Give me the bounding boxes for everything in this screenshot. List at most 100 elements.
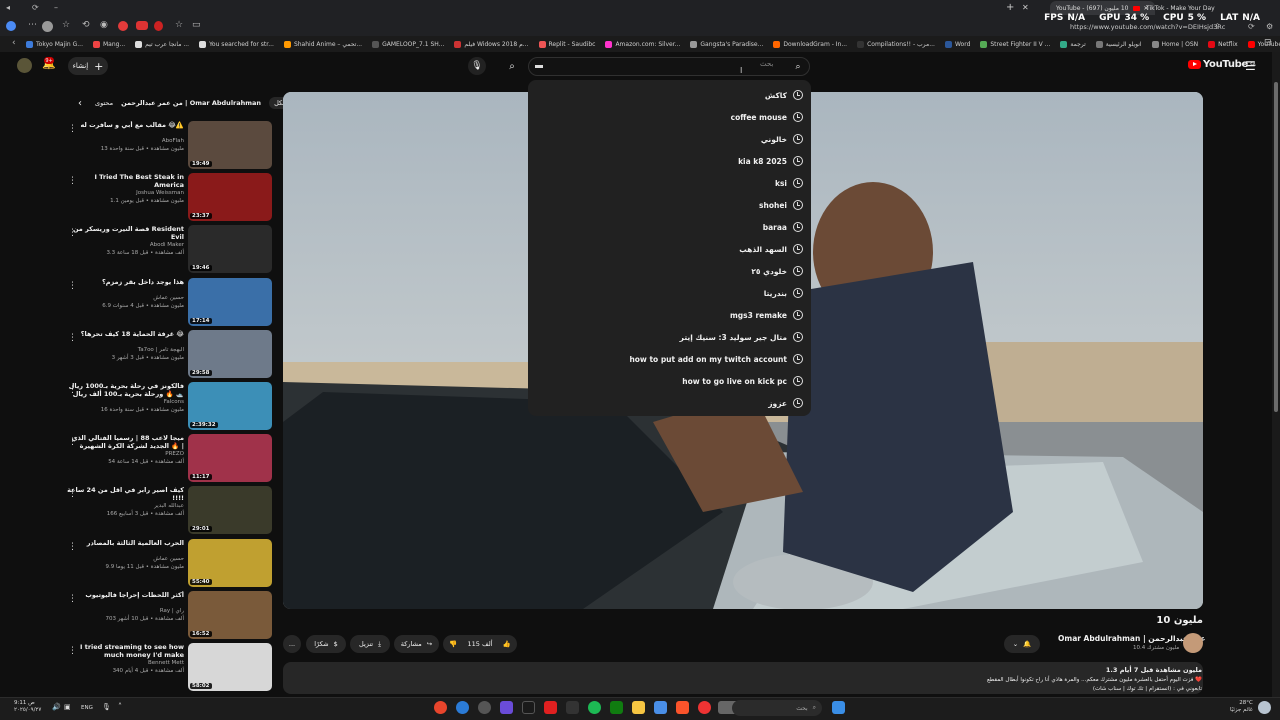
video-item-channel[interactable]: Abodi Maker	[150, 242, 184, 248]
suggestion-item[interactable]: بندريتا	[528, 282, 811, 304]
microphone-icon[interactable]: 🎙	[468, 57, 486, 75]
bookmark-item[interactable]: Netflix	[1208, 40, 1238, 48]
list-item[interactable]: ⋮ قصة النيرت وريسكر من Resident Evil Abodi…	[60, 225, 272, 275]
bookmark-item[interactable]: You searched for str...	[199, 40, 274, 48]
settings-icon[interactable]: ⚙	[1266, 22, 1273, 31]
video-item-title[interactable]: I Tried The Best Steak in America	[64, 173, 184, 189]
taskbar-weather[interactable]: 28°C غائم جزئيًا	[1230, 700, 1253, 714]
language-indicator[interactable]: ENG	[81, 705, 93, 711]
video-item-channel[interactable]: حسين عماش	[153, 556, 184, 562]
video-item-title[interactable]: أكثر اللحظات إحراجا فاليوتيوب	[64, 591, 184, 599]
chrome-icon[interactable]	[698, 701, 711, 714]
bookmark-star-icon[interactable]: ☆	[175, 20, 183, 30]
bookmark-item[interactable]: Compilations!! - مرب...	[857, 40, 935, 48]
video-item-channel[interactable]: Falcons	[164, 399, 184, 405]
bookmark-item[interactable]: ترجمة	[1060, 40, 1086, 48]
bookmark-item[interactable]: Amazon.com: Silver...	[605, 40, 680, 48]
reload-icon[interactable]: ⟳	[1248, 22, 1255, 31]
star-icon[interactable]: ☆	[62, 20, 70, 30]
list-item[interactable]: ⋮ I tried streaming to see how much money…	[60, 643, 272, 693]
acrobat-icon[interactable]	[544, 701, 557, 714]
video-item-channel[interactable]: حسين عماش	[153, 295, 184, 301]
list-item[interactable]: ⋮ أكثر اللحظات إحراجا فاليوتيوب Ray | راي 7…	[60, 590, 272, 641]
bookmark-item[interactable]: انويلو الرئيسية	[1095, 40, 1142, 48]
video-item-channel[interactable]: Bennett Mett	[148, 660, 184, 666]
bookmarks-more-icon[interactable]: ⊟	[1264, 38, 1272, 48]
store-icon[interactable]	[654, 701, 667, 714]
video-item-channel[interactable]: AboFlah	[162, 138, 184, 144]
suggestion-item[interactable]: السهد الذهب	[528, 238, 811, 260]
video-item-channel[interactable]: PREZO	[165, 451, 184, 457]
video-item-channel[interactable]: Ray | راي	[160, 608, 184, 614]
video-thumbnail[interactable]: 19:49	[188, 121, 272, 169]
download-button[interactable]: تنزيل ⤓	[350, 635, 390, 653]
bookmark-item[interactable]: Home | OSN	[1151, 40, 1198, 48]
spotify-icon[interactable]	[588, 701, 601, 714]
network-icon[interactable]: ▣	[64, 703, 71, 711]
bookmark-item[interactable]: Tokyo Majin G...	[26, 40, 83, 48]
refresh-icon[interactable]: ⟳	[32, 3, 39, 12]
extensions-icon[interactable]: ◉	[100, 20, 108, 30]
suggestion-item[interactable]: خالوني	[528, 128, 811, 150]
video-thumbnail[interactable]: 29:01	[188, 486, 272, 535]
bookmark-item[interactable]: Shahid Anime – تحمي...	[283, 40, 362, 48]
create-button[interactable]: إنشاء +	[68, 57, 108, 75]
likes-count[interactable]: 115 ألف	[468, 640, 493, 648]
video-item-title[interactable]: I tried streaming to see how much money …	[64, 643, 184, 659]
chip-content[interactable]: محتوى	[95, 99, 113, 107]
window-menu-icon[interactable]: ◂	[6, 3, 10, 12]
list-item[interactable]: ⋮ مقالب مع أبي و سافرت له 😂⚠️ AboFlah 13 مل…	[60, 121, 272, 171]
list-item[interactable]: ⋮ ميجا لاعب 88 | رسميا الفتالي الذي الجدي…	[60, 434, 272, 484]
bookmark-item[interactable]: GAMELOOP_7.1 SH...	[372, 40, 444, 48]
bookmark-item[interactable]: فيلم Widows 2018 م...	[454, 40, 529, 48]
taskbar-search[interactable]: بحث ⌕	[732, 700, 822, 716]
bookmark-item[interactable]: Street Fighter II V ...	[980, 40, 1050, 48]
microphone-icon[interactable]: 🎙	[102, 703, 111, 711]
suggestion-item[interactable]: baraa	[528, 216, 811, 238]
extension-icon[interactable]	[154, 21, 163, 31]
bookmark-item[interactable]: Word	[944, 40, 970, 48]
video-thumbnail[interactable]: 58:02	[188, 643, 272, 691]
video-item-channel[interactable]: Ta7oo | البهجة تامر	[138, 347, 184, 353]
avatar[interactable]	[17, 58, 32, 73]
suggestion-item[interactable]: خلودي ٢٥	[528, 260, 811, 282]
chip-channel[interactable]: من عمر عبدالرحمن | Omar Abdulrahman	[121, 99, 261, 107]
suggestion-item[interactable]: how to go live on kick pc	[528, 370, 811, 392]
volume-icon[interactable]: 🔊	[52, 703, 61, 711]
app-icon[interactable]	[522, 701, 535, 714]
suggestion-item[interactable]: shohei	[528, 194, 811, 216]
adblock-icon[interactable]	[118, 21, 128, 31]
hamburger-menu-icon[interactable]: ☰	[1245, 59, 1256, 73]
close-icon[interactable]: ✕	[1022, 3, 1029, 12]
search-keyboard-icon[interactable]	[535, 65, 543, 68]
brave-icon[interactable]	[676, 701, 689, 714]
video-item-title[interactable]: الحرب العالمية الثالثة بالمصادر	[64, 539, 184, 547]
suggestion-item[interactable]: how to put add on my twitch account	[528, 348, 811, 370]
video-item-title[interactable]: مقالب مع أبي و سافرت له 😂⚠️	[64, 121, 184, 129]
new-tab-icon[interactable]: +	[1006, 2, 1014, 13]
address-bar[interactable]: https://www.youtube.com/watch?v=DEIHsjd3…	[1070, 23, 1225, 31]
xbox-icon[interactable]	[610, 701, 623, 714]
extension-red-icon[interactable]	[136, 21, 148, 30]
scrollbar-thumb[interactable]	[1274, 82, 1278, 412]
search-icon[interactable]: ⌕	[503, 57, 521, 75]
search-button[interactable]: ⌕	[790, 59, 806, 75]
list-item[interactable]: ⋮ غرفة الحماية 18 كيف تحرها؟ 😂 Ta7oo | الب…	[60, 329, 272, 380]
list-item[interactable]: ⋮ I Tried The Best Steak in America Joshua…	[60, 173, 272, 223]
share-icon[interactable]: ⇪	[1214, 22, 1221, 31]
list-item[interactable]: ⋮ فالكونز في رحلة بحرية بـ1000 ريال ورحلة…	[60, 382, 272, 432]
taskbar-clock[interactable]: 9:11 ص ٢٠٢٥/٠٩/٢٧	[14, 700, 41, 714]
suggestion-item[interactable]: كاكش	[528, 84, 811, 106]
app-icon[interactable]	[566, 701, 579, 714]
bookmark-item[interactable]: Gangsta's Paradise...	[690, 40, 763, 48]
video-item-title[interactable]: فالكونز في رحلة بحرية بـ1000 ريال ورحلة …	[64, 382, 184, 398]
video-item-title[interactable]: قصة النيرت وريسكر من Resident Evil	[64, 225, 184, 241]
bookmarks-back-icon[interactable]: ‹	[12, 38, 16, 48]
video-item-title[interactable]: هذا يوجد داخل بقر زمزم؟	[64, 278, 184, 286]
list-item[interactable]: ⋮ كيف اصير رابر في اقل من 24 ساعة !!!! عبد…	[60, 486, 272, 536]
bookmark-item[interactable]: Mang...	[92, 40, 125, 48]
video-thumbnail[interactable]: 19:46	[188, 225, 272, 274]
suggestion-item[interactable]: coffee mouse	[528, 106, 811, 128]
chevron-left-icon[interactable]: ‹	[78, 98, 82, 109]
video-thumbnail[interactable]: 17:14	[188, 277, 272, 326]
